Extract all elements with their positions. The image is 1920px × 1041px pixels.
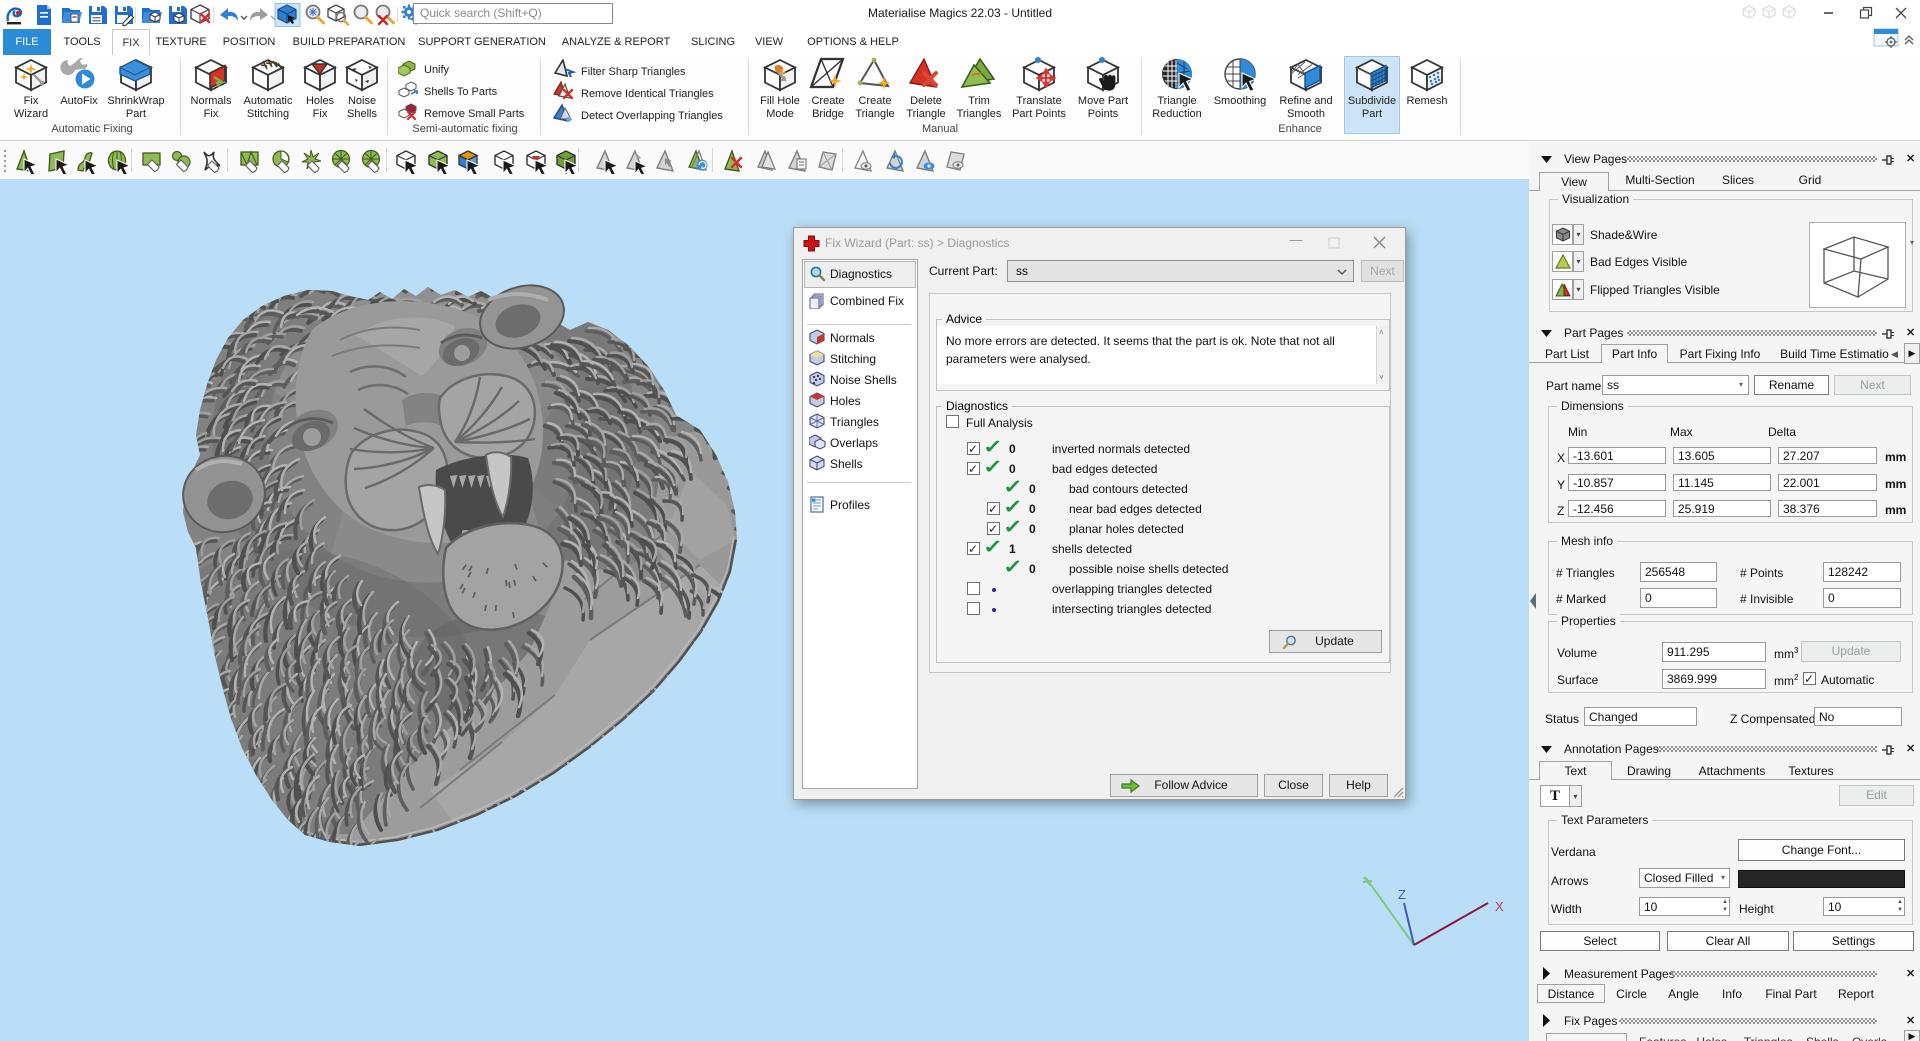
svg-text:Z: Z bbox=[1398, 887, 1406, 902]
svg-text:X: X bbox=[1495, 899, 1504, 914]
